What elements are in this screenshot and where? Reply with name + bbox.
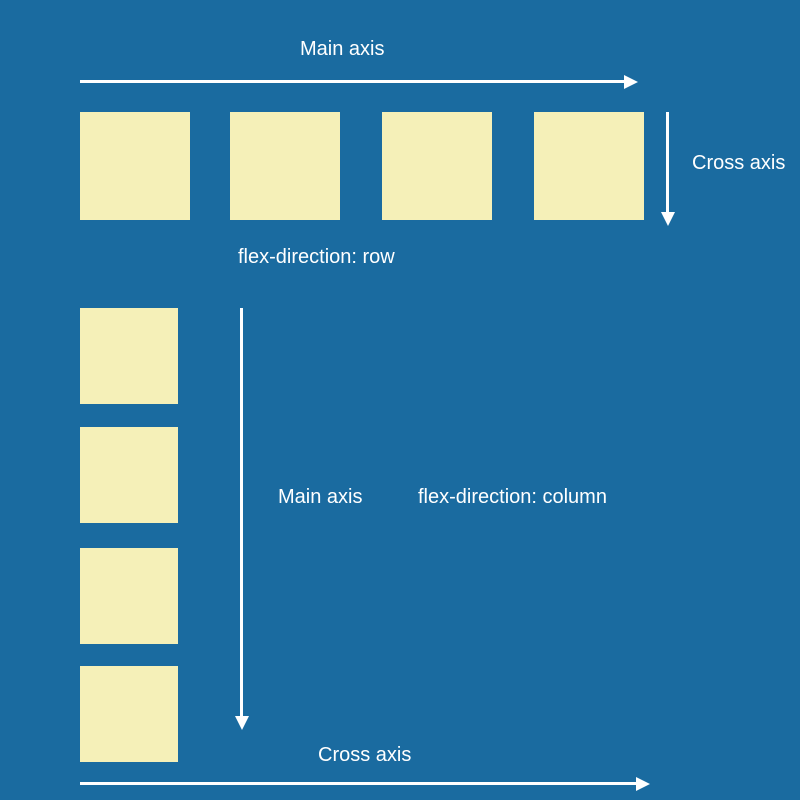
column-main-axis-arrowhead: [235, 716, 249, 730]
row-flex-item: [534, 112, 644, 220]
column-flex-item: [80, 308, 178, 404]
row-cross-axis-arrow-line: [666, 112, 669, 212]
column-cross-axis-arrow-line: [80, 782, 636, 785]
column-cross-axis-arrowhead: [636, 777, 650, 791]
row-flex-item: [230, 112, 340, 220]
row-caption: flex-direction: row: [238, 246, 395, 269]
row-flex-item: [80, 112, 190, 220]
row-cross-axis-label: Cross axis: [692, 152, 785, 175]
row-main-axis-arrowhead: [624, 75, 638, 89]
row-main-axis-arrow-line: [80, 80, 624, 83]
column-flex-item: [80, 548, 178, 644]
column-cross-axis-label: Cross axis: [318, 744, 411, 767]
row-flex-item: [382, 112, 492, 220]
column-main-axis-arrow-line: [240, 308, 243, 716]
column-caption: flex-direction: column: [418, 486, 607, 509]
row-cross-axis-arrowhead: [661, 212, 675, 226]
column-flex-item: [80, 427, 178, 523]
column-main-axis-label: Main axis: [278, 486, 362, 509]
row-main-axis-label: Main axis: [300, 38, 384, 61]
column-flex-item: [80, 666, 178, 762]
